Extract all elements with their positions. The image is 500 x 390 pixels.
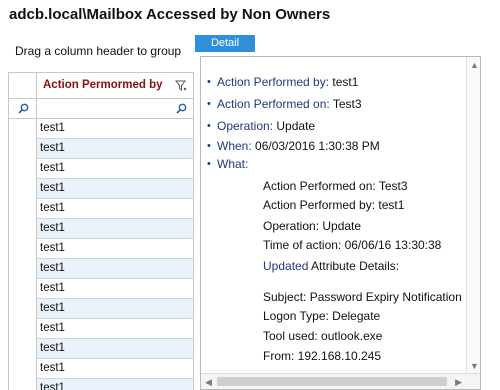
row-selector[interactable] xyxy=(9,139,37,159)
cell-action-performed-by[interactable]: test1 xyxy=(37,199,193,218)
cell-action-performed-by[interactable]: test1 xyxy=(37,259,193,278)
table-row[interactable]: test1 xyxy=(9,159,193,179)
table-row[interactable]: test1 xyxy=(9,379,193,390)
cell-action-performed-by[interactable]: test1 xyxy=(37,359,193,378)
row-header-stub xyxy=(9,73,37,99)
table-row[interactable]: test1 xyxy=(9,139,193,159)
detail-label: Operation: xyxy=(217,119,274,133)
bullet: • xyxy=(207,98,211,110)
cell-action-performed-by[interactable]: test1 xyxy=(37,299,193,318)
filter-icon[interactable] xyxy=(175,80,187,92)
table-row[interactable]: test1 xyxy=(9,279,193,299)
row-selector[interactable] xyxy=(9,119,37,139)
cell-action-performed-by[interactable]: test1 xyxy=(37,279,193,298)
cell-action-performed-by[interactable]: test1 xyxy=(37,319,193,338)
what-time-of-action: Time of action: 06/06/16 13:30:38 xyxy=(263,238,442,252)
cell-action-performed-by[interactable]: test1 xyxy=(37,159,193,178)
detail-when: • When: 06/03/2016 1:30:38 PM xyxy=(207,139,380,153)
table-row[interactable]: test1 xyxy=(9,359,193,379)
what-from: From: 192.168.10.245 xyxy=(263,349,382,363)
table-row[interactable]: test1 xyxy=(9,339,193,359)
cell-action-performed-by[interactable]: test1 xyxy=(37,219,193,238)
what-tool-used: Tool used: outlook.exe xyxy=(263,329,383,343)
cell-action-performed-by[interactable]: test1 xyxy=(37,179,193,198)
cell-action-performed-by[interactable]: test1 xyxy=(37,119,193,138)
what-operation: Operation: Update xyxy=(263,219,362,233)
detail-label: Action Performed by: xyxy=(217,75,330,89)
detail-what: • What: xyxy=(207,157,249,171)
detail-value: test1 xyxy=(329,75,359,89)
row-selector[interactable] xyxy=(9,259,37,279)
table-row[interactable]: test1 xyxy=(9,179,193,199)
detail-action-performed-on: • Action Performed on: Test3 xyxy=(207,97,362,111)
what-updated-attribute-details: Updated Attribute Details: xyxy=(263,259,399,273)
tab-detail[interactable]: Detail xyxy=(195,35,255,52)
table-row[interactable]: test1 xyxy=(9,299,193,319)
bullet: • xyxy=(207,76,211,88)
vertical-scrollbar[interactable]: ▲ ▼ xyxy=(466,57,480,374)
detail-value: Update xyxy=(273,119,316,133)
detail-value: Test3 xyxy=(329,97,362,111)
cell-action-performed-by[interactable]: test1 xyxy=(37,339,193,358)
horizontal-scrollbar[interactable]: ◀ ▶ xyxy=(201,373,480,389)
bullet: • xyxy=(207,120,211,132)
grid-rows: test1 test1 test1 test1 test1 test1 test1 test1… xyxy=(9,119,193,390)
row-selector[interactable] xyxy=(9,219,37,239)
row-selector[interactable] xyxy=(9,199,37,219)
row-selector[interactable] xyxy=(9,299,37,319)
cell-action-performed-by[interactable]: test1 xyxy=(37,139,193,158)
filter-row-stub xyxy=(9,99,37,119)
what-logon-type: Logon Type: Delegate xyxy=(263,309,381,323)
detail-panel: • Action Performed by: test1 • Action Perf… xyxy=(200,56,481,390)
search-icon xyxy=(18,103,29,114)
page-title: adcb.local\Mailbox Accessed by Non Owner… xyxy=(9,6,331,23)
row-selector[interactable] xyxy=(9,239,37,259)
horizontal-scroll-thumb[interactable] xyxy=(217,377,447,386)
scroll-up-icon[interactable]: ▲ xyxy=(470,60,479,70)
updated-label: Updated xyxy=(263,259,309,273)
what-action-performed-on: Action Performed on: Test3 xyxy=(263,179,408,193)
row-selector[interactable] xyxy=(9,379,37,390)
filter-row xyxy=(9,99,193,119)
row-selector[interactable] xyxy=(9,319,37,339)
grid-header: Action Permormed by xyxy=(9,73,193,99)
scroll-down-icon[interactable]: ▼ xyxy=(470,361,479,371)
row-selector[interactable] xyxy=(9,359,37,379)
table-row[interactable]: test1 xyxy=(9,199,193,219)
table-row[interactable]: test1 xyxy=(9,239,193,259)
what-action-performed-by: Action Performed by: test1 xyxy=(263,198,405,212)
detail-operation: • Operation: Update xyxy=(207,119,316,133)
table-row[interactable]: test1 xyxy=(9,259,193,279)
row-selector[interactable] xyxy=(9,339,37,359)
what-subject: Subject: Password Expiry Notification xyxy=(263,290,462,304)
detail-label: Action Performed on: xyxy=(217,97,330,111)
scroll-right-icon[interactable]: ▶ xyxy=(455,377,462,387)
detail-label: What: xyxy=(217,157,249,171)
row-selector[interactable] xyxy=(9,159,37,179)
cell-action-performed-by[interactable]: test1 xyxy=(37,379,193,390)
scroll-left-icon[interactable]: ◀ xyxy=(205,377,212,387)
results-grid: Action Permormed by test1 test1 test1 test1… xyxy=(8,72,194,390)
bullet: • xyxy=(207,158,211,170)
table-row[interactable]: test1 xyxy=(9,119,193,139)
detail-label: When: xyxy=(217,139,252,153)
detail-action-performed-by: • Action Performed by: test1 xyxy=(207,75,359,89)
row-selector[interactable] xyxy=(9,179,37,199)
attribute-details-label: Attribute Details: xyxy=(308,259,400,273)
group-by-hint[interactable]: Drag a column header to group xyxy=(15,44,181,58)
table-row[interactable]: test1 xyxy=(9,319,193,339)
detail-value: 06/03/2016 1:30:38 PM xyxy=(251,139,380,153)
column-filter-search-icon[interactable] xyxy=(176,103,187,114)
table-row[interactable]: test1 xyxy=(9,219,193,239)
column-header-action-performed-by[interactable]: Action Permormed by xyxy=(43,79,163,91)
bullet: • xyxy=(207,140,211,152)
cell-action-performed-by[interactable]: test1 xyxy=(37,239,193,258)
row-selector[interactable] xyxy=(9,279,37,299)
